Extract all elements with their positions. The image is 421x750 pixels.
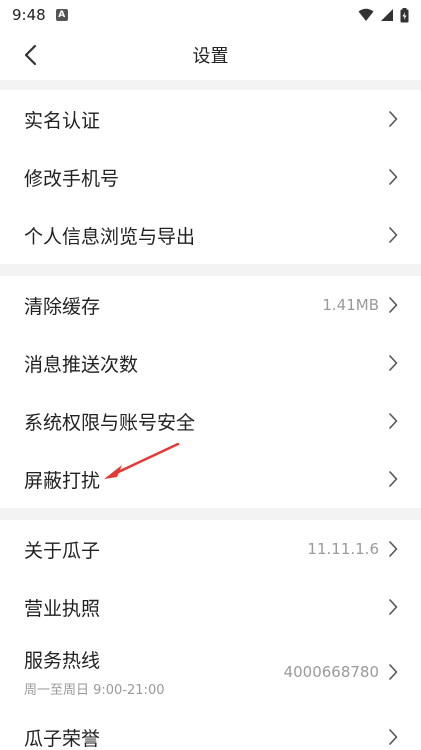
status-icons — [358, 7, 409, 23]
signal-icon — [381, 9, 393, 21]
row-right: 4000668780 — [284, 663, 399, 681]
setting-row-block-disturb[interactable]: 屏蔽打扰 — [0, 450, 421, 508]
row-right — [387, 728, 399, 746]
status-time: 9:48 — [12, 6, 46, 24]
chevron-right-icon — [389, 169, 398, 185]
chevron-right-icon — [389, 541, 398, 557]
cache-size-value: 1.41MB — [322, 296, 379, 314]
setting-row-change-phone[interactable]: 修改手机号 — [0, 148, 421, 206]
setting-row-hotline[interactable]: 服务热线 周一至周日 9:00-21:00 4000668780 — [0, 636, 421, 708]
row-label: 修改手机号 — [24, 167, 120, 190]
setting-row-honors[interactable]: 瓜子荣誉 — [0, 708, 421, 750]
row-right — [387, 354, 399, 372]
row-right — [387, 226, 399, 244]
row-label: 屏蔽打扰 — [24, 469, 101, 492]
nav-bar: 设置 — [0, 30, 421, 80]
chevron-right-icon — [389, 471, 398, 487]
version-value: 11.11.1.6 — [307, 540, 379, 558]
setting-row-permissions-security[interactable]: 系统权限与账号安全 — [0, 392, 421, 450]
section-divider — [0, 508, 421, 520]
chevron-right-icon — [389, 297, 398, 313]
row-right — [387, 168, 399, 186]
row-right: 1.41MB — [322, 296, 399, 314]
hotline-hours: 周一至周日 9:00-21:00 — [24, 683, 165, 698]
row-right — [387, 110, 399, 128]
setting-row-push-frequency[interactable]: 消息推送次数 — [0, 334, 421, 392]
setting-row-clear-cache[interactable]: 清除缓存 1.41MB — [0, 276, 421, 334]
hotline-number: 4000668780 — [283, 663, 379, 681]
status-left: 9:48 A — [12, 6, 68, 24]
chevron-left-icon — [24, 44, 37, 66]
settings-group-account: 实名认证 修改手机号 个人信息浏览与导出 — [0, 90, 421, 264]
row-right — [387, 470, 399, 488]
chevron-right-icon — [389, 729, 398, 745]
status-bar: 9:48 A — [0, 0, 421, 30]
row-label: 系统权限与账号安全 — [24, 411, 196, 434]
row-main: 服务热线 周一至周日 9:00-21:00 — [24, 646, 164, 698]
section-divider — [0, 80, 421, 90]
chevron-right-icon — [389, 227, 398, 243]
chevron-right-icon — [389, 111, 398, 127]
setting-row-business-license[interactable]: 营业执照 — [0, 578, 421, 636]
notification-app-icon: A — [55, 9, 68, 21]
setting-row-personal-info-export[interactable]: 个人信息浏览与导出 — [0, 206, 421, 264]
row-right — [387, 412, 399, 430]
row-right — [387, 598, 399, 616]
back-button[interactable] — [14, 39, 46, 71]
chevron-right-icon — [389, 664, 398, 680]
row-label: 服务热线 — [24, 650, 101, 672]
row-label: 营业执照 — [24, 597, 101, 620]
section-divider — [0, 264, 421, 276]
row-right: 11.11.1.6 — [307, 540, 399, 558]
row-label: 瓜子荣誉 — [24, 727, 101, 750]
chevron-right-icon — [389, 355, 398, 371]
setting-row-real-name[interactable]: 实名认证 — [0, 90, 421, 148]
row-label: 个人信息浏览与导出 — [24, 225, 196, 248]
battery-charging-icon — [400, 7, 409, 22]
page-title: 设置 — [192, 46, 229, 67]
row-label: 清除缓存 — [24, 295, 101, 318]
setting-row-about[interactable]: 关于瓜子 11.11.1.6 — [0, 520, 421, 578]
row-label: 关于瓜子 — [24, 539, 101, 562]
settings-group-system: 清除缓存 1.41MB 消息推送次数 系统权限与账号安全 屏蔽打扰 — [0, 276, 421, 508]
settings-group-about: 关于瓜子 11.11.1.6 营业执照 服务热线 周一至周日 9:00-21:0… — [0, 520, 421, 750]
chevron-right-icon — [389, 599, 398, 615]
chevron-right-icon — [389, 413, 398, 429]
row-label: 实名认证 — [24, 109, 101, 132]
wifi-icon — [358, 8, 374, 21]
row-label: 消息推送次数 — [24, 353, 139, 376]
